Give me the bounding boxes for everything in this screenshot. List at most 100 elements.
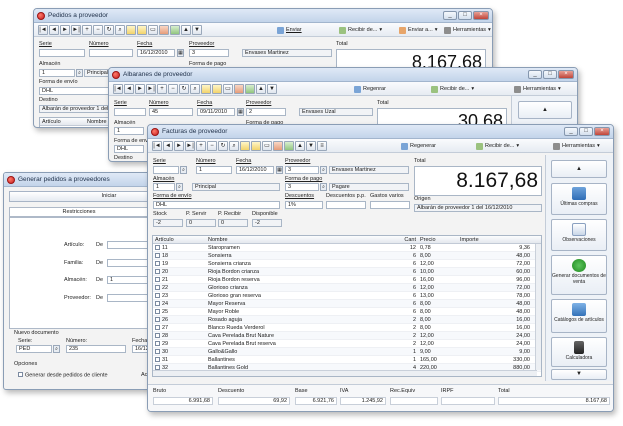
last-record-icon[interactable]: ►| xyxy=(146,83,156,94)
minimize-button[interactable]: _ xyxy=(528,70,542,79)
table-row[interactable]: 30 Gallo&Gallo 1 9,00 9,00 xyxy=(153,348,541,356)
numero-field[interactable]: 45 xyxy=(149,108,193,116)
proveedor-search-icon[interactable]: ⌕ xyxy=(320,166,327,174)
close-button[interactable]: × xyxy=(473,11,489,20)
minimize-button[interactable]: _ xyxy=(443,11,457,20)
move-up-icon[interactable]: ▲ xyxy=(295,140,305,151)
row-checkbox-icon[interactable] xyxy=(155,332,160,338)
fecha-field[interactable]: 16/12/2010 xyxy=(236,166,274,174)
forma-envio-field[interactable]: DHL xyxy=(39,87,109,95)
print-icon[interactable]: ▭ xyxy=(223,83,233,94)
next-record-icon[interactable]: ► xyxy=(60,24,70,35)
proveedor-code-field[interactable]: 3 xyxy=(189,49,229,57)
table-row[interactable]: 28 Cava Perelada Brut Nature 2 12,00 24,00 xyxy=(153,332,541,340)
descuentos-field[interactable]: 1% xyxy=(285,201,323,209)
serie-search-icon[interactable]: ⌕ xyxy=(53,345,60,353)
last-record-icon[interactable]: ►| xyxy=(185,140,195,151)
forma-pago-search-icon[interactable]: ⌕ xyxy=(320,183,327,191)
add-icon[interactable]: + xyxy=(82,24,92,35)
first-record-icon[interactable]: |◄ xyxy=(113,83,123,94)
recibir-button[interactable]: Recibir de... ▾ xyxy=(339,25,382,35)
print-icon[interactable]: ▭ xyxy=(262,140,272,151)
fecha-field[interactable]: 09/11/2010 xyxy=(197,108,235,116)
notes-icon[interactable] xyxy=(251,140,261,151)
side-scroll-down-button[interactable]: ▼ xyxy=(551,369,607,380)
row-checkbox-icon[interactable] xyxy=(155,244,160,250)
row-checkbox-icon[interactable] xyxy=(155,356,160,362)
export-icon[interactable] xyxy=(245,83,255,94)
first-record-icon[interactable]: |◄ xyxy=(152,140,162,151)
table-row[interactable]: 29 Cava Perelada Brut reserva 2 12,00 24,00 xyxy=(153,340,541,348)
row-checkbox-icon[interactable] xyxy=(155,340,160,346)
search-icon[interactable]: ⌕ xyxy=(115,24,125,35)
catalogos-articulos-button[interactable]: Catálogos de artículos xyxy=(551,299,607,333)
row-checkbox-icon[interactable] xyxy=(155,276,160,282)
row-checkbox-icon[interactable] xyxy=(155,364,160,370)
prev-record-icon[interactable]: ◄ xyxy=(163,140,173,151)
move-down-icon[interactable]: ▼ xyxy=(192,24,202,35)
table-row[interactable]: 18 Sonsierra 6 8,00 48,00 xyxy=(153,252,541,260)
almacen-code-field[interactable]: 1 xyxy=(153,183,175,191)
notes-icon[interactable] xyxy=(212,83,222,94)
pedidos-titlebar[interactable]: Pedidos a proveedor _ □ × xyxy=(34,9,492,23)
add-icon[interactable]: + xyxy=(196,140,206,151)
report-icon[interactable] xyxy=(159,24,169,35)
copy-icon[interactable] xyxy=(201,83,211,94)
row-checkbox-icon[interactable] xyxy=(155,268,160,274)
grid-horizontal-scrollbar[interactable] xyxy=(153,370,537,376)
observaciones-button[interactable]: Observaciones xyxy=(551,219,607,251)
col-articulo[interactable]: Artículo xyxy=(40,118,85,125)
table-row[interactable]: 11 Staropramen 12 0,78 9,36 xyxy=(153,244,541,252)
almacen-code-field[interactable]: 1 xyxy=(114,127,144,135)
generar-desde-checkbox[interactable]: Generar desde pedidos de cliente xyxy=(18,372,108,379)
table-row[interactable]: 22 Glorioso crianza 6 12,00 72,00 xyxy=(153,284,541,292)
print-icon[interactable]: ▭ xyxy=(148,24,158,35)
descuentos-pp-field[interactable] xyxy=(326,201,366,209)
calendar-icon[interactable]: ▦ xyxy=(276,166,283,174)
maximize-button[interactable]: □ xyxy=(579,127,593,136)
first-record-icon[interactable]: |◄ xyxy=(38,24,48,35)
forma-envio-field[interactable]: DHL xyxy=(114,145,144,153)
delete-icon[interactable]: − xyxy=(93,24,103,35)
row-checkbox-icon[interactable] xyxy=(155,316,160,322)
next-record-icon[interactable]: ► xyxy=(135,83,145,94)
search-icon[interactable]: ⌕ xyxy=(229,140,239,151)
numero-field[interactable]: 1 xyxy=(196,166,232,174)
move-down-icon[interactable]: ▼ xyxy=(267,83,277,94)
refresh-icon[interactable]: ↻ xyxy=(179,83,189,94)
forma-envio-field[interactable]: DHL xyxy=(153,201,280,209)
col-nombre[interactable]: Nombre xyxy=(206,236,376,243)
serie-field[interactable] xyxy=(39,49,85,57)
last-record-icon[interactable]: ►| xyxy=(71,24,81,35)
fecha-field[interactable]: 16/12/2010 xyxy=(137,49,175,57)
herramientas-button[interactable]: Herramientas ▾ xyxy=(553,141,600,151)
numero-field[interactable]: 235 xyxy=(66,345,126,353)
notes-icon[interactable] xyxy=(137,24,147,35)
almacen-search-icon[interactable]: ⌕ xyxy=(76,69,83,77)
enviar-button[interactable]: Enviar xyxy=(277,25,302,35)
copy-icon[interactable] xyxy=(126,24,136,35)
table-row[interactable]: 19 Sonsierra crianza 6 12,00 72,00 xyxy=(153,260,541,268)
table-row[interactable]: 26 Rosado aguja 2 8,00 16,00 xyxy=(153,316,541,324)
export-icon[interactable] xyxy=(170,24,180,35)
delete-icon[interactable]: − xyxy=(168,83,178,94)
generar-documentos-venta-button[interactable]: Generar documentos de venta xyxy=(551,255,607,295)
forma-pago-code-field[interactable]: 3 xyxy=(285,183,319,191)
calendar-icon[interactable]: ▦ xyxy=(177,49,184,57)
maximize-button[interactable]: □ xyxy=(543,70,557,79)
grid-vertical-scrollbar[interactable] xyxy=(535,244,541,370)
next-record-icon[interactable]: ► xyxy=(174,140,184,151)
numero-field[interactable] xyxy=(89,49,133,57)
move-down-icon[interactable]: ▼ xyxy=(306,140,316,151)
close-button[interactable]: × xyxy=(594,127,610,136)
row-checkbox-icon[interactable] xyxy=(155,252,160,258)
herramientas-button[interactable]: Herramientas ▾ xyxy=(444,25,491,35)
row-checkbox-icon[interactable] xyxy=(155,300,160,306)
search-icon[interactable]: ⌕ xyxy=(190,83,200,94)
herramientas-button[interactable]: Herramientas ▾ xyxy=(514,84,561,94)
prev-record-icon[interactable]: ◄ xyxy=(124,83,134,94)
recibir-button[interactable]: Recibir de... ▾ xyxy=(431,84,474,94)
table-row[interactable]: 31 Ballantines 1 165,00 330,00 xyxy=(153,356,541,364)
facturas-titlebar[interactable]: Facturas de proveedor _ □ × xyxy=(148,125,613,139)
row-checkbox-icon[interactable] xyxy=(155,260,160,266)
